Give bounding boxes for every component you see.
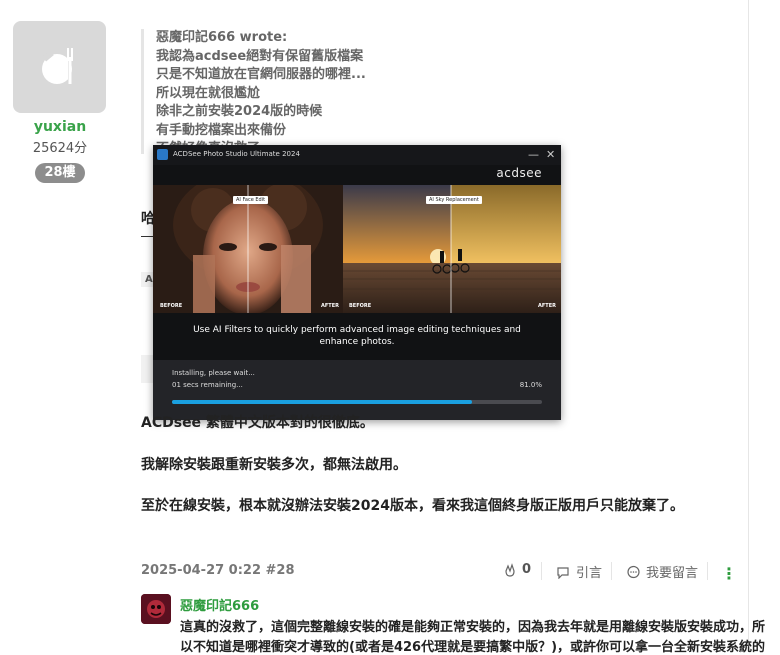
before-label: BEFORE [160,303,183,309]
user-avatar[interactable] [13,21,106,113]
acdsee-logo: acdsee [496,166,542,180]
minimize-icon[interactable]: — [528,148,539,161]
reply-user-avatar[interactable] [141,594,171,624]
comment-icon [627,565,640,578]
sky-replacement-sample [343,185,561,313]
content-right-border [748,0,749,643]
reply-username[interactable]: 惡魔印記666 [180,595,259,614]
installer-title: ACDSee Photo Studio Ultimate 2024 [173,150,300,158]
post-date[interactable]: 2025-04-27 0:22 #28 [141,563,295,578]
like-button[interactable]: 0 [503,562,531,577]
installer-window: ACDSee Photo Studio Ultimate 2024 — ✕ ac… [153,145,561,420]
reply-label: 我要留言 [646,566,699,581]
quote-line: 所以現在就很尷尬 [156,85,261,101]
quote-line: 除非之前安裝2024版的時候 [156,104,323,119]
floor-badge: 28樓 [35,163,85,183]
before-label: BEFORE [349,303,372,309]
face-edit-sample [153,185,343,313]
after-label: AFTER [321,303,339,309]
obscured-block [141,355,153,383]
clap-icon [505,562,515,577]
acdsee-app-icon [157,149,168,160]
after-label: AFTER [538,303,556,309]
quoted-text: 惡魔印記666 wrote: 我認為acdsee絕對有保留舊版檔案 只是不知道放… [141,29,481,154]
action-divider [541,562,542,580]
install-percent: 81.0% [519,381,542,389]
user-points: 25624分 [32,141,88,156]
username[interactable]: yuxian [0,119,120,135]
action-divider [707,562,708,580]
time-remaining: 01 secs remaining... [172,381,243,389]
quote-label: 引言 [576,566,603,581]
install-status: Installing, please wait... [172,369,255,377]
default-avatar-icon [42,48,73,85]
reply-button[interactable]: 我要留言 [626,562,698,581]
quote-line: 只是不知道放在官網伺服器的哪裡... [156,67,366,82]
action-divider [611,562,612,580]
install-progress-fill [172,400,472,404]
sky-replacement-tag: AI Sky Replacement [426,196,482,204]
reply-text-line: 這真的沒救了，這個完整離線安裝的確是能夠正常安裝的，因為我去年就是用離線安裝版安… [180,620,766,635]
post-text-line: ACDsee 繁體中文版本對的很徹底。 [141,415,374,431]
quote-button[interactable]: 引言 [556,562,602,581]
reply-text-line: 以不知道是哪裡衝突才導致的(或者是426代理就是要搞繁中版？)，或許你可以拿一台… [180,640,766,655]
installer-titlebar: ACDSee Photo Studio Ultimate 2024 — ✕ [153,145,561,165]
quote-icon [557,566,569,579]
like-count: 0 [522,562,532,577]
quote-line: 惡魔印記666 wrote: [156,30,288,45]
post-text-line: 至於在線安裝，根本就沒辦法安裝2024版本，看來我這個終身版正版用戶只能放棄了。 [141,498,684,514]
face-edit-tag: AI Face Edit [233,196,269,204]
quote-line: 有手動挖檔案出來備份 [156,122,287,138]
more-options-icon[interactable]: ⋮ [721,564,737,583]
quote-line: 我認為acdsee絕對有保留舊版檔案 [156,48,364,64]
close-icon[interactable]: ✕ [546,148,555,161]
install-progress-bar [172,400,542,404]
feature-caption: Use AI Filters to quickly perform advanc… [193,325,521,347]
post-text-line: 我解除安裝跟重新安裝多次，都無法啟用。 [141,457,407,473]
